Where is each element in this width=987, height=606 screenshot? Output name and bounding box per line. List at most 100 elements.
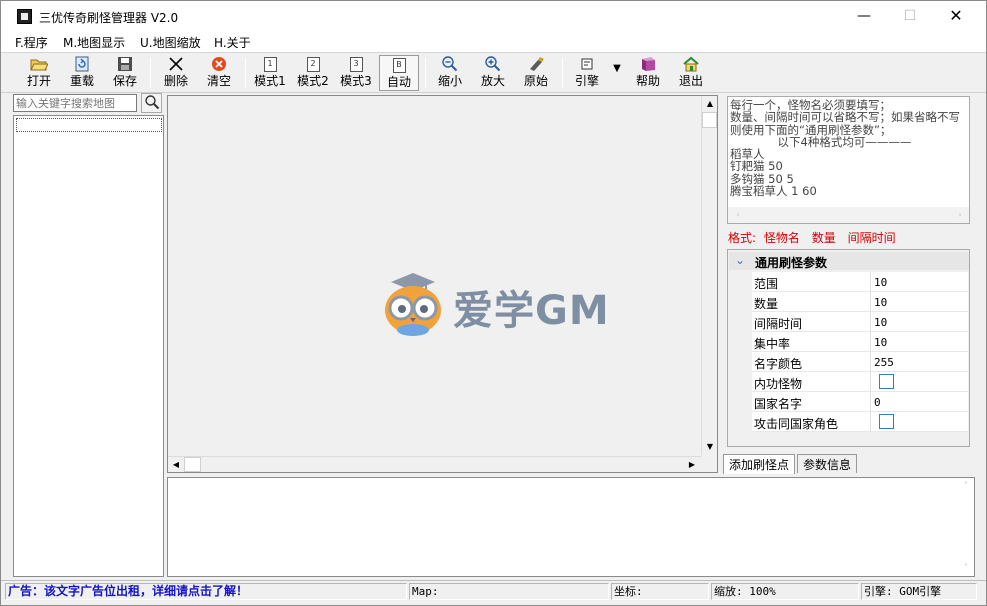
status-map: Map: xyxy=(409,583,609,600)
save-icon xyxy=(116,56,134,72)
param-key: 国家名字 xyxy=(754,397,803,411)
help-label: 帮助 xyxy=(635,74,660,88)
list-item[interactable] xyxy=(16,118,162,132)
zoom-out-icon xyxy=(441,56,459,72)
zoom-in-button[interactable]: 放大 xyxy=(473,55,513,91)
zoom-out-button[interactable]: 缩小 xyxy=(430,55,470,91)
param-row-attack-same-country[interactable]: 攻击同国家角色 xyxy=(752,412,968,432)
open-button[interactable]: 打开 xyxy=(19,55,59,91)
param-value[interactable]: 10 xyxy=(874,336,887,349)
scroll-left-icon[interactable]: ‹ xyxy=(730,207,746,223)
delete-label: 删除 xyxy=(163,74,188,88)
toolbar-separator xyxy=(150,58,151,88)
menu-bar: F.程序 M.地图显示 U.地图缩放 H.关于 xyxy=(1,31,986,52)
mode3-button[interactable]: 3 模式3 xyxy=(336,55,376,91)
exit-label: 退出 xyxy=(678,74,703,88)
title-bar: 三优传奇刷怪管理器 V2.0 — ☐ ✕ xyxy=(1,1,986,31)
status-ad-link[interactable]: 广告：该文字广告位出租，详细请点击了解！ xyxy=(5,583,407,600)
original-size-button[interactable]: 原始 xyxy=(516,55,556,91)
close-button[interactable]: ✕ xyxy=(933,1,979,31)
watermark-text: 爱学GM xyxy=(453,288,610,334)
minimize-button[interactable]: — xyxy=(841,1,887,31)
exit-button[interactable]: 退出 xyxy=(671,55,711,91)
map-list[interactable] xyxy=(13,115,164,577)
scroll-thumb[interactable] xyxy=(184,457,201,472)
format-interval: 间隔时间 xyxy=(847,231,896,245)
open-folder-icon xyxy=(30,56,49,72)
owl-logo-icon xyxy=(385,273,441,336)
toolbar-separator xyxy=(245,58,246,88)
chevron-down-icon[interactable]: ⌄ xyxy=(735,253,745,267)
map-search-input[interactable] xyxy=(13,94,137,112)
tab-add-spawn-point[interactable]: 添加刷怪点 xyxy=(723,454,796,474)
delete-button[interactable]: 删除 xyxy=(156,55,196,91)
zoom-in-label: 放大 xyxy=(480,74,505,88)
map-vertical-scrollbar[interactable]: ▲ ▼ xyxy=(701,96,717,455)
save-label: 保存 xyxy=(112,74,137,88)
engine-button[interactable]: 引擎 xyxy=(567,55,607,91)
menu-map-display[interactable]: M.地图显示 xyxy=(63,34,125,51)
engine-dropdown[interactable]: ▼ xyxy=(607,55,627,91)
internal-monster-checkbox[interactable] xyxy=(879,374,894,389)
scroll-left-icon[interactable]: ◀ xyxy=(168,457,184,473)
maximize-button[interactable]: ☐ xyxy=(887,1,933,31)
param-value[interactable]: 10 xyxy=(874,296,887,309)
menu-about[interactable]: H.关于 xyxy=(214,34,251,51)
auto-icon: B xyxy=(392,58,406,73)
param-value[interactable]: 10 xyxy=(874,276,887,289)
help-book-icon xyxy=(639,56,657,72)
param-row-concentration[interactable]: 集中率 10 xyxy=(752,332,968,352)
param-row-interval[interactable]: 间隔时间 10 xyxy=(752,312,968,332)
param-value[interactable]: 10 xyxy=(874,316,887,329)
save-button[interactable]: 保存 xyxy=(105,55,145,91)
scroll-up-icon[interactable]: ˄ xyxy=(958,478,974,494)
scroll-down-icon[interactable]: ˅ xyxy=(958,560,974,576)
auto-label: 自动 xyxy=(386,75,411,89)
param-value[interactable]: 255 xyxy=(874,356,894,369)
clear-button[interactable]: 清空 xyxy=(199,55,239,91)
param-row-name-color[interactable]: 名字颜色 255 xyxy=(752,352,968,372)
mode2-button[interactable]: 2 模式2 xyxy=(293,55,333,91)
param-row-internal-monster[interactable]: 内功怪物 xyxy=(752,372,968,392)
param-value[interactable]: 0 xyxy=(874,396,881,409)
mode2-icon: 2 xyxy=(306,57,320,72)
scroll-thumb[interactable] xyxy=(702,112,717,128)
app-icon xyxy=(17,9,32,24)
scroll-up-icon[interactable]: ▲ xyxy=(702,96,718,112)
scroll-down-icon[interactable]: ▼ xyxy=(702,439,718,455)
format-label: 格式: xyxy=(728,231,757,245)
search-button[interactable] xyxy=(141,93,162,113)
param-row-count[interactable]: 数量 10 xyxy=(752,292,968,312)
mode2-label: 模式2 xyxy=(297,74,329,88)
log-output[interactable] xyxy=(167,477,975,577)
zoom-out-label: 缩小 xyxy=(437,74,462,88)
monster-input-textarea[interactable]: 每行一个，怪物名必须要填写； 数量、间隔时间可以省略不写；如果省略不写则使用下面… xyxy=(727,96,970,224)
menu-map-zoom[interactable]: U.地图缩放 xyxy=(140,34,201,51)
clear-icon xyxy=(210,56,228,72)
help-button[interactable]: 帮助 xyxy=(628,55,668,91)
map-horizontal-scrollbar[interactable]: ◀ ▶ xyxy=(168,456,701,472)
tab-param-info[interactable]: 参数信息 xyxy=(797,454,858,473)
auto-button[interactable]: B 自动 xyxy=(379,55,419,91)
param-row-range[interactable]: 范围 10 xyxy=(752,272,968,292)
scroll-right-icon[interactable]: ▶ xyxy=(684,457,700,473)
mode1-button[interactable]: 1 模式1 xyxy=(250,55,290,91)
status-engine: 引擎: GOM引擎 xyxy=(861,583,977,600)
menu-program[interactable]: F.程序 xyxy=(15,34,48,51)
note-horizontal-scrollbar[interactable]: ‹ › xyxy=(728,207,969,223)
reload-button[interactable]: 重载 xyxy=(62,55,102,91)
params-category-header[interactable]: ⌄ 通用刷怪参数 xyxy=(729,252,969,270)
clear-label: 清空 xyxy=(206,74,231,88)
param-key: 名字颜色 xyxy=(754,357,803,371)
param-key: 间隔时间 xyxy=(754,317,803,331)
scroll-right-icon[interactable]: › xyxy=(952,207,968,223)
param-row-country-name[interactable]: 国家名字 0 xyxy=(752,392,968,412)
search-icon xyxy=(144,95,160,113)
open-label: 打开 xyxy=(26,74,51,88)
window-title: 三优传奇刷怪管理器 V2.0 xyxy=(39,11,179,25)
mode3-label: 模式3 xyxy=(340,74,372,88)
delete-x-icon xyxy=(167,56,185,72)
log-vertical-scrollbar[interactable]: ˄ ˅ xyxy=(958,478,974,576)
attack-same-country-checkbox[interactable] xyxy=(879,414,894,429)
status-coordinates: 坐标: xyxy=(611,583,709,600)
